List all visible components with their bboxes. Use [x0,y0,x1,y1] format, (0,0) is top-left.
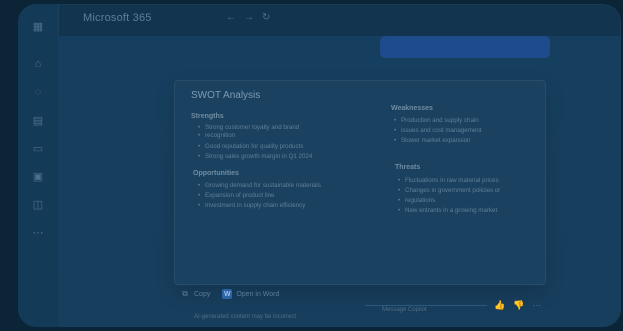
disclaimer: AI-generated content may be incorrect [194,314,297,320]
response-actions: 👍 👎 ⋯ [494,300,541,311]
refresh-icon[interactable]: ↻ [262,12,270,23]
app-window: ▦ ⌂ ◌ ▤ ▭ ▣ ◫ ⋯ Microsoft 365 ← → ↻ SWOT… [18,4,621,327]
list-item: Good reputation for quality products [198,143,325,151]
list-item: New entrants in a growing market [398,207,525,215]
main-content: SWOT Analysis Strengths Strong customer … [58,36,621,327]
home-icon[interactable]: ⌂ [28,54,48,74]
copy-button[interactable]: ⧉ Copy [180,289,210,299]
top-bar: Microsoft 365 ← → ↻ [58,4,621,36]
list-item: recognition [198,132,325,140]
people-icon[interactable]: ◫ [28,194,48,214]
section-title-weaknesses: Weaknesses [391,105,433,112]
list-item: Strong sales growth margin in Q1 2024 [198,153,325,161]
list-item: Fluctuations in raw material prices [398,177,525,185]
list-item: Slower market expansion [394,137,521,145]
copy-label: Copy [194,290,211,298]
forward-icon[interactable]: → [244,12,254,23]
files-icon[interactable]: ▭ [28,138,48,158]
list-item: Expansion of product line [198,192,325,200]
section-title-threats: Threats [395,164,421,171]
section-title-strengths: Strengths [191,113,224,120]
word-icon: W [222,289,233,299]
left-rail: ▦ ⌂ ◌ ▤ ▭ ▣ ◫ ⋯ [18,4,59,327]
more-icon[interactable]: ⋯ [532,300,541,311]
header-banner [380,36,550,58]
app-launcher-icon[interactable]: ▦ [28,16,48,36]
card-footer-actions: ⧉ Copy W Open in Word [180,289,279,299]
section-title-opportunities: Opportunities [193,170,239,177]
open-in-word-button[interactable]: W Open in Word [222,289,279,299]
calendar-icon[interactable]: ▣ [28,166,48,186]
thumbs-up-icon[interactable]: 👍 [494,300,505,311]
list-item: Production and supply chain [394,117,521,125]
list-item: Strong customer loyalty and brand [198,124,325,132]
card-title: SWOT Analysis [191,90,261,101]
list-item: Growing demand for sustainable materials [198,182,325,190]
thumbs-down-icon[interactable]: 👎 [513,300,524,311]
swot-card: SWOT Analysis Strengths Strong customer … [174,80,546,285]
composer-placeholder: Message Copilot [382,307,427,313]
list-item: issues and cost management [394,127,521,135]
list-item: regulations [398,197,525,205]
composer-divider [365,305,487,306]
app-title: Microsoft 365 [83,12,152,24]
chat-icon[interactable]: ◌ [28,82,48,102]
top-controls: ← → ↻ [226,12,270,23]
apps-icon[interactable]: ▤ [28,110,48,130]
more-apps-icon[interactable]: ⋯ [28,222,48,242]
back-icon[interactable]: ← [226,12,236,23]
list-item: Changes in government policies or [398,187,525,195]
copy-icon: ⧉ [182,289,188,298]
open-in-word-label: Open in Word [236,290,280,298]
list-item: Investment in supply chain efficiency [198,202,325,210]
